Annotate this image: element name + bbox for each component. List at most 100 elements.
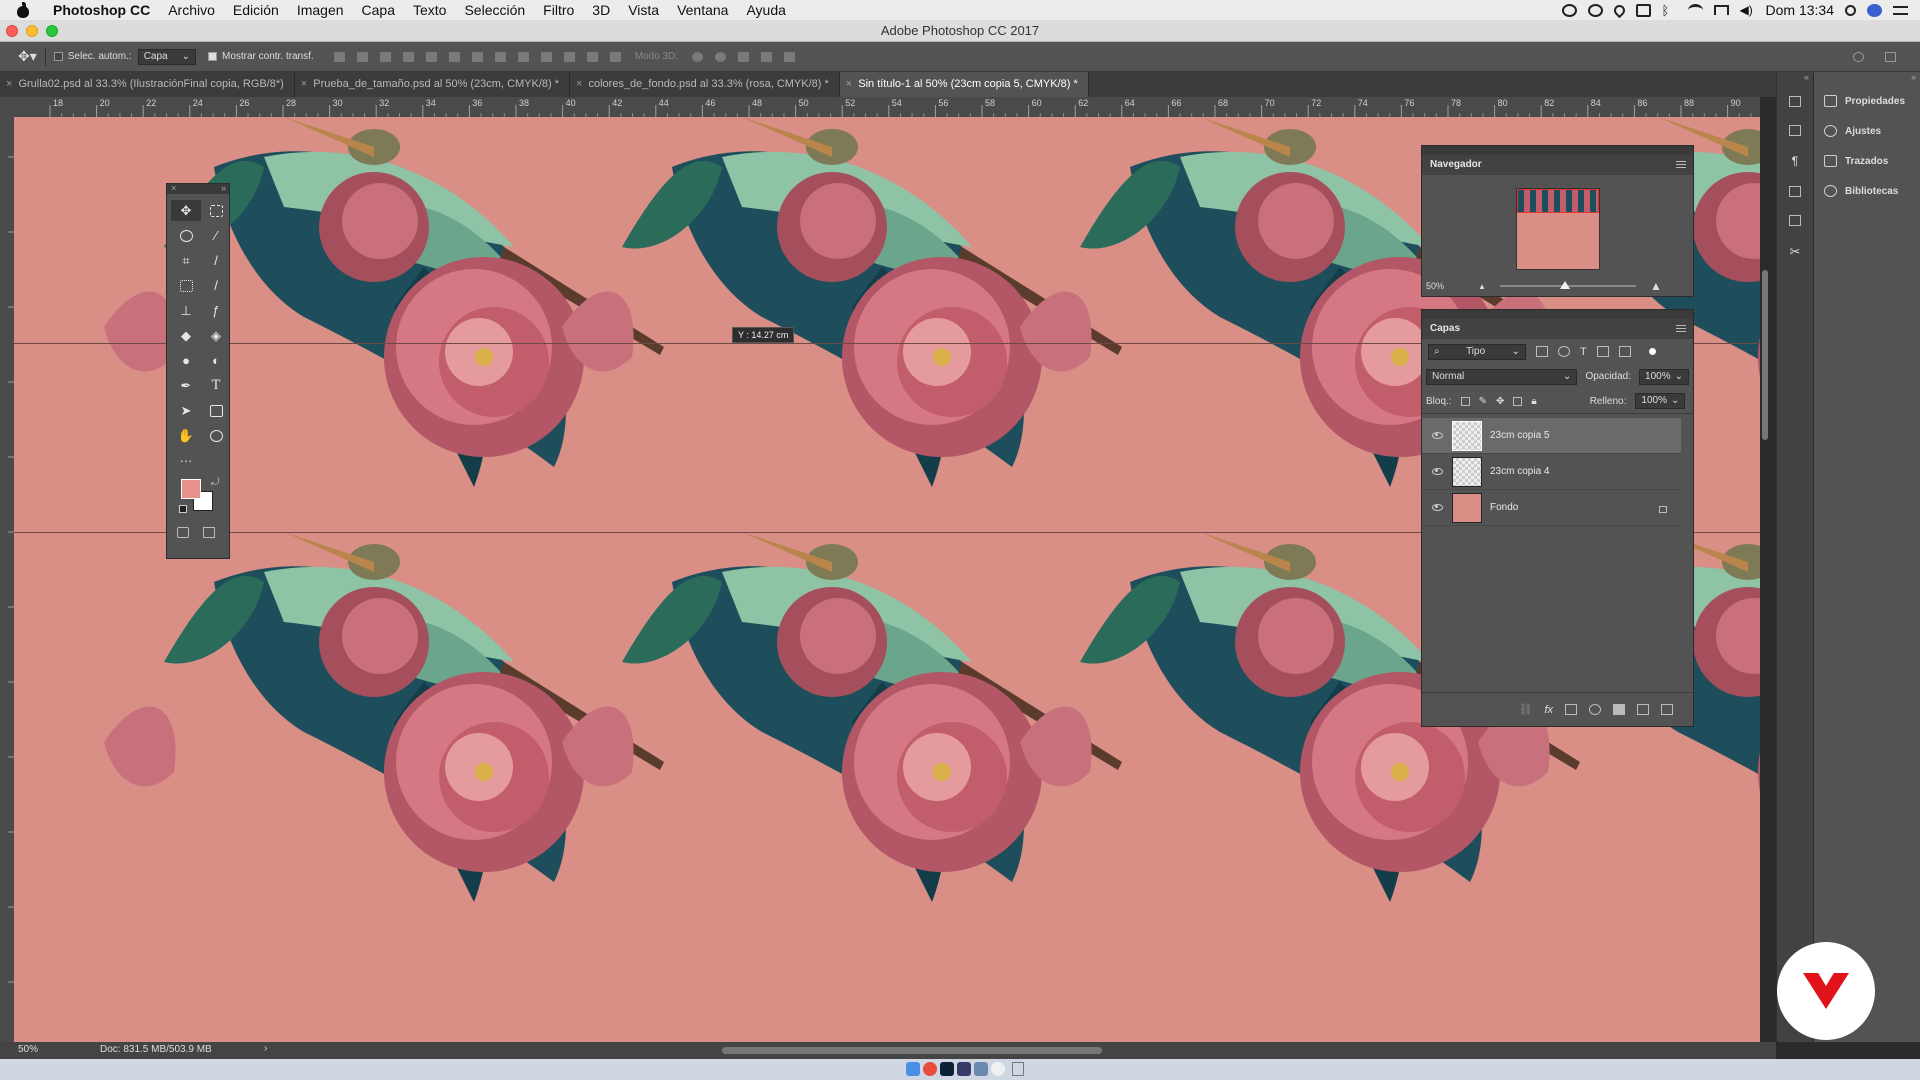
lock-image-icon[interactable]: ✎	[1479, 396, 1487, 407]
layer-kind-filter[interactable]: ⌕ Tipo ⌄	[1428, 343, 1526, 360]
filter-type-icon[interactable]: T	[1580, 346, 1587, 358]
layer-row[interactable]: 23cm copia 5	[1422, 418, 1681, 454]
history-icon[interactable]	[1789, 186, 1801, 197]
menu-imagen[interactable]: Imagen	[288, 2, 353, 18]
magic-wand-tool[interactable]: ⁄	[201, 225, 231, 246]
menu-3d[interactable]: 3D	[583, 2, 619, 18]
notification-center-icon[interactable]	[1893, 5, 1908, 15]
menu-app-name[interactable]: Photoshop CC	[44, 2, 159, 18]
video-3d-icon[interactable]	[784, 51, 796, 62]
menu-capa[interactable]: Capa	[353, 2, 404, 18]
spot-healing-tool[interactable]	[171, 275, 201, 296]
new-adjustment-layer-icon[interactable]	[1589, 704, 1601, 715]
align-left-icon[interactable]	[402, 51, 414, 62]
vertical-ruler[interactable]	[0, 117, 14, 1042]
eraser-tool[interactable]: ◆	[171, 325, 201, 346]
panel-libraries[interactable]: Bibliotecas	[1814, 176, 1920, 206]
layer-name[interactable]: 23cm copia 5	[1490, 430, 1549, 441]
close-window-button[interactable]	[6, 25, 18, 37]
filter-pixel-icon[interactable]	[1536, 346, 1548, 357]
menu-texto[interactable]: Texto	[404, 2, 455, 18]
finder-icon[interactable]	[906, 1062, 920, 1076]
panel-menu-icon[interactable]	[1676, 325, 1686, 332]
layer-row[interactable]: Fondo	[1422, 490, 1681, 526]
navigator-panel-header[interactable]	[1422, 146, 1693, 155]
zoom-tool[interactable]	[201, 425, 231, 446]
move-tool[interactable]: ✥	[171, 200, 201, 221]
app-icon[interactable]	[991, 1062, 1005, 1076]
align-bottom-icon[interactable]	[379, 51, 391, 62]
zoom-window-button[interactable]	[46, 25, 58, 37]
record-icon[interactable]	[1561, 3, 1577, 17]
visibility-toggle[interactable]	[1422, 432, 1452, 439]
menu-seleccion[interactable]: Selección	[455, 2, 534, 18]
delete-layer-icon[interactable]	[1661, 704, 1673, 715]
menu-edicion[interactable]: Edición	[224, 2, 288, 18]
menu-ayuda[interactable]: Ayuda	[737, 2, 794, 18]
move-tool-preset-icon[interactable]: ✥▾	[18, 48, 37, 65]
close-tab-icon[interactable]: ×	[6, 72, 12, 97]
photoshop-icon[interactable]	[940, 1062, 954, 1076]
histogram-icon[interactable]	[1789, 96, 1801, 107]
display-icon[interactable]	[1635, 3, 1651, 17]
distribute-right-icon[interactable]	[586, 51, 598, 62]
blend-mode-dropdown[interactable]: Normal ⌄	[1426, 368, 1578, 385]
quick-mask-icon[interactable]	[177, 527, 189, 538]
zoom-slider[interactable]	[1499, 281, 1636, 289]
siri-icon[interactable]	[1867, 3, 1882, 17]
airplay-icon[interactable]	[1713, 5, 1729, 15]
tab-grulla02[interactable]: × Grulla02.psd al 33.3% (IlustraciónFinal…	[0, 72, 295, 97]
path-selection-tool[interactable]: ➤	[171, 400, 201, 421]
navigator-preview[interactable]	[1516, 188, 1600, 270]
menu-ventana[interactable]: Ventana	[668, 2, 737, 18]
fill-input[interactable]: 100% ⌄	[1635, 393, 1686, 409]
navigator-zoom-value[interactable]: 50%	[1426, 281, 1444, 291]
align-vcenter-icon[interactable]	[356, 51, 368, 62]
menu-archivo[interactable]: Archivo	[159, 2, 224, 18]
type-tool[interactable]: T	[201, 375, 231, 396]
tool-presets-icon[interactable]: ✂	[1790, 244, 1801, 260]
menu-filtro[interactable]: Filtro	[534, 2, 583, 18]
visibility-toggle[interactable]	[1422, 504, 1452, 511]
trash-icon[interactable]	[1012, 1062, 1024, 1076]
minimize-window-button[interactable]	[26, 25, 38, 37]
panel-paths[interactable]: Trazados	[1814, 146, 1920, 176]
zoom-out-icon[interactable]: ▲	[1478, 282, 1486, 291]
layer-name[interactable]: 23cm copia 4	[1490, 466, 1549, 477]
apple-icon[interactable]	[16, 2, 30, 18]
roll-3d-icon[interactable]	[715, 51, 727, 62]
app-icon[interactable]	[974, 1062, 988, 1076]
lock-all-icon[interactable]: 🔒︎	[1531, 396, 1536, 407]
distribute-vcenter-icon[interactable]	[494, 51, 506, 62]
auto-align-icon[interactable]	[609, 51, 621, 62]
auto-select-checkbox[interactable]	[53, 52, 63, 61]
panel-properties[interactable]: Propiedades	[1814, 86, 1920, 116]
notes-icon[interactable]	[1789, 215, 1801, 226]
swap-colors-icon[interactable]: ⤾	[211, 477, 219, 488]
panel-adjustments[interactable]: Ajustes	[1814, 116, 1920, 146]
foreground-color-swatch[interactable]	[181, 479, 201, 499]
ruler-origin[interactable]	[0, 97, 14, 117]
creative-cloud-icon[interactable]	[1587, 3, 1603, 17]
tab-colores-de-fondo[interactable]: × colores_de_fondo.psd al 33.3% (rosa, CM…	[570, 72, 840, 97]
drag-3d-icon[interactable]	[738, 51, 750, 62]
dodge-tool[interactable]: ◐	[201, 350, 231, 371]
align-top-icon[interactable]	[333, 51, 345, 62]
wifi-icon[interactable]	[1687, 3, 1703, 17]
distribute-hcenter-icon[interactable]	[563, 51, 575, 62]
add-mask-icon[interactable]	[1565, 704, 1577, 715]
orbit-3d-icon[interactable]	[692, 51, 704, 62]
bluetooth-icon[interactable]: ᛒ	[1662, 4, 1677, 17]
crop-tool[interactable]: ⌗	[171, 250, 201, 271]
link-layers-icon[interactable]: ⛓	[1518, 703, 1532, 716]
new-layer-icon[interactable]	[1637, 704, 1649, 715]
rectangle-tool[interactable]	[201, 400, 231, 421]
brush-settings-icon[interactable]	[1789, 125, 1801, 136]
show-transform-checkbox[interactable]	[207, 52, 217, 61]
distribute-top-icon[interactable]	[471, 51, 483, 62]
horizontal-scrollbar[interactable]	[722, 1047, 1102, 1054]
edit-toolbar-button[interactable]: ···	[171, 450, 201, 471]
add-layer-style-button[interactable]: fx	[1544, 704, 1553, 716]
horizontal-ruler[interactable]: 18 20 22 24 26 28 30 32 34 36 38 40 42 44 46 48 50 52 54 56…	[14, 97, 1760, 117]
lock-artboard-icon[interactable]	[1513, 396, 1523, 406]
